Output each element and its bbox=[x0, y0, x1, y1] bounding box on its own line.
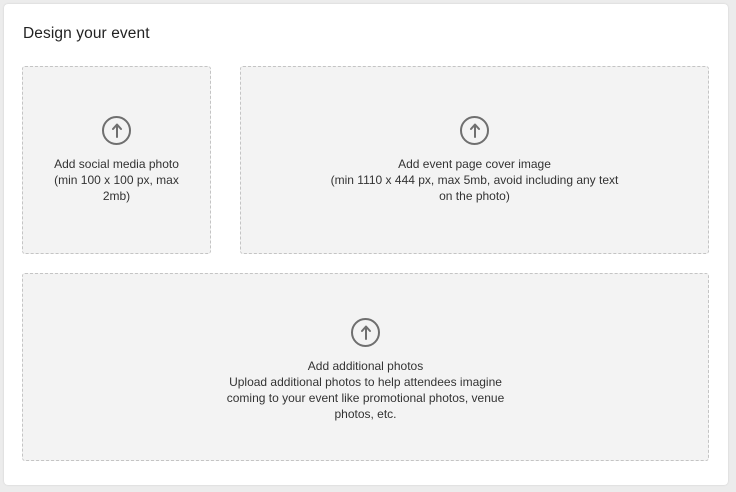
dropzone-title: Add additional photos bbox=[307, 359, 424, 373]
dropzone-text: Add additional photos Upload additional … bbox=[216, 358, 516, 422]
upload-arrow-icon bbox=[351, 318, 380, 347]
dropzone-title: Add social media photo bbox=[54, 157, 179, 171]
dropzone-hint: Upload additional photos to help attende… bbox=[226, 375, 505, 421]
upload-arrow-icon bbox=[102, 116, 131, 145]
dropzone-text: Add event page cover image (min 1110 x 4… bbox=[330, 156, 620, 204]
design-event-card: Design your event Add social media photo… bbox=[4, 4, 728, 485]
cover-image-dropzone[interactable]: Add event page cover image (min 1110 x 4… bbox=[240, 66, 709, 254]
dropzone-title: Add event page cover image bbox=[398, 157, 551, 171]
additional-photos-dropzone[interactable]: Add additional photos Upload additional … bbox=[22, 273, 709, 461]
dropzone-text: Add social media photo (min 100 x 100 px… bbox=[47, 156, 187, 204]
dropzone-hint: (min 1110 x 444 px, max 5mb, avoid inclu… bbox=[330, 173, 619, 203]
section-title: Design your event bbox=[23, 25, 150, 42]
upload-arrow-icon bbox=[460, 116, 489, 145]
social-media-photo-dropzone[interactable]: Add social media photo (min 100 x 100 px… bbox=[22, 66, 211, 254]
dropzone-hint: (min 100 x 100 px, max 2mb) bbox=[54, 173, 179, 203]
